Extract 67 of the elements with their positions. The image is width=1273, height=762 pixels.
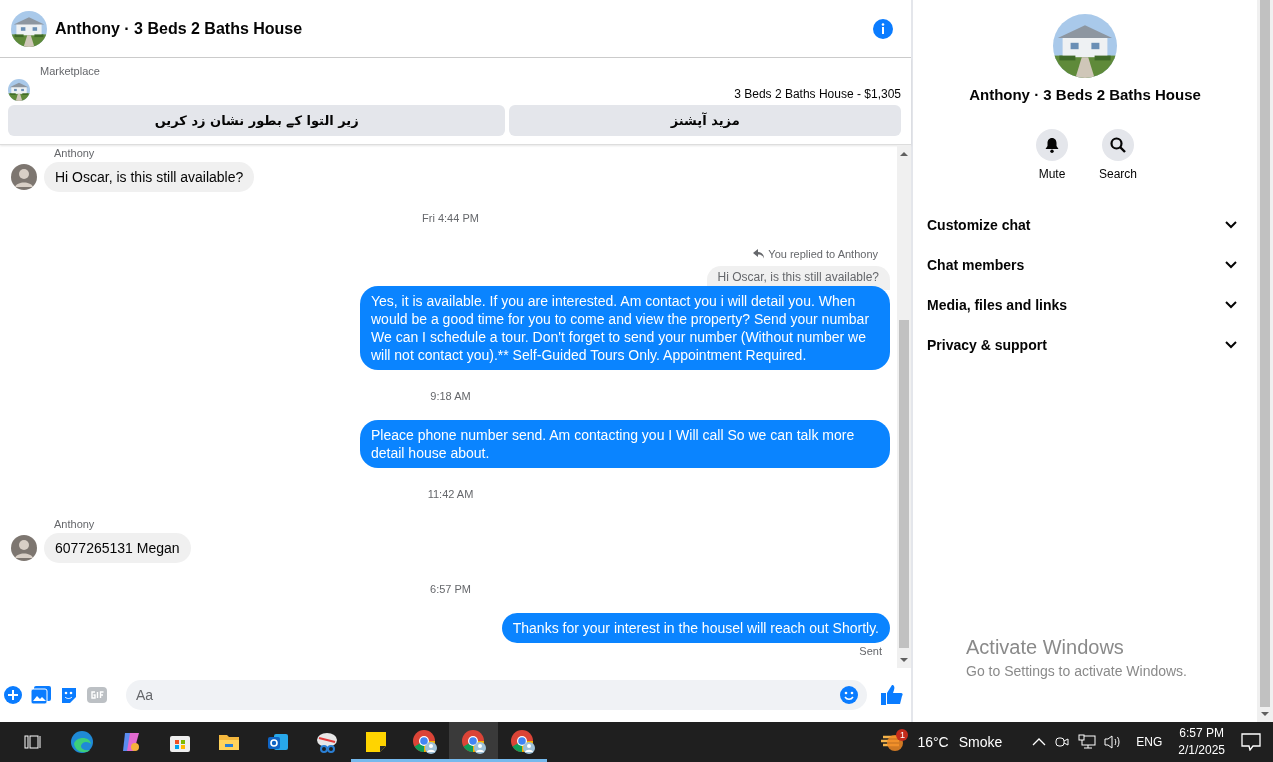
browser-icon bbox=[69, 730, 94, 754]
chevron-icon bbox=[1225, 341, 1237, 349]
message-bubble: Pleace phone number send. Am contacting you I Will call So we can talk more detail house about. bbox=[360, 420, 890, 468]
reply-note: You replied to Anthony bbox=[768, 248, 878, 260]
sender-name: Anthony bbox=[54, 518, 96, 530]
listing-action-button[interactable]: مزید آپشنز bbox=[509, 105, 901, 136]
scroll-down-icon[interactable] bbox=[900, 657, 908, 663]
image-icon[interactable] bbox=[31, 686, 51, 704]
message-bubble: Yes, it is available. If you are interested. Am contact you i will detail you. When would be a good time for you to come and view the property? Send your numbar We can I schedule a tour. Don't forget to send your number (Without number we will not contact you).** Self-Guided Tours Only. Appointment Required. bbox=[360, 286, 890, 370]
taskbar-app[interactable] bbox=[449, 722, 498, 762]
search-icon bbox=[1110, 137, 1126, 153]
sticker-icon[interactable] bbox=[60, 686, 78, 704]
chevron-up-icon[interactable] bbox=[1032, 738, 1047, 746]
activation-title: Activate Windows bbox=[966, 636, 1125, 659]
bell-icon bbox=[1044, 137, 1060, 153]
message-input[interactable]: Aa bbox=[126, 680, 867, 710]
chrome-icon bbox=[411, 729, 438, 755]
message-bubble: Thanks for your interest in the housel will reach out Shortly. bbox=[501, 613, 890, 643]
volume-icon[interactable] bbox=[1104, 734, 1123, 750]
accordion-item[interactable]: Customize chat bbox=[927, 205, 1243, 245]
chevron-icon bbox=[1225, 261, 1237, 269]
task-view-icon bbox=[23, 733, 42, 751]
timestamp: 9:18 AM bbox=[429, 389, 472, 403]
listing-source: Marketplace bbox=[40, 65, 100, 79]
accordion-item[interactable]: Chat members bbox=[927, 245, 1243, 285]
delivery-status: Sent bbox=[859, 645, 882, 657]
scrollbar[interactable] bbox=[897, 145, 911, 668]
timestamp: 6:57 PM bbox=[429, 582, 472, 596]
listing-summary: 3 Beds 2 Baths House - $1,305 bbox=[734, 87, 901, 101]
chrome-icon bbox=[460, 729, 487, 755]
notifications-icon[interactable] bbox=[1241, 733, 1261, 751]
camera-icon[interactable] bbox=[1054, 734, 1071, 750]
listing-action-button[interactable]: زیر التوا کے بطور نشان زد کریں bbox=[8, 105, 506, 136]
weather-condition: Smoke bbox=[958, 734, 1003, 750]
page-scrollbar[interactable] bbox=[1257, 0, 1273, 722]
temperature: 16°C bbox=[917, 734, 949, 750]
language-indicator[interactable]: ENG bbox=[1136, 735, 1163, 749]
timestamp: Fri 4:44 PM bbox=[421, 211, 480, 225]
chrome-icon bbox=[509, 729, 536, 755]
reply-icon bbox=[753, 249, 765, 259]
clock[interactable]: 6:57 PM 2/1/2025 bbox=[1178, 725, 1225, 759]
scroll-down-icon[interactable] bbox=[1261, 711, 1269, 717]
activation-message: Go to Settings to activate Windows. bbox=[966, 663, 1187, 679]
avatar bbox=[11, 164, 37, 190]
notification-badge: 1 bbox=[896, 729, 909, 741]
avatar bbox=[11, 10, 47, 47]
network-icon[interactable] bbox=[1078, 734, 1097, 750]
avatar bbox=[11, 535, 37, 561]
listing-thumbnail bbox=[8, 79, 30, 101]
accordion-item[interactable]: Media, files and links bbox=[927, 285, 1243, 325]
chevron-icon bbox=[1225, 301, 1237, 309]
scissors-icon bbox=[314, 730, 339, 754]
mute-button[interactable]: Mute bbox=[1029, 129, 1075, 181]
search-button[interactable]: Search bbox=[1095, 129, 1141, 181]
info-icon[interactable] bbox=[873, 18, 893, 39]
message-bubble: 6077265131 Megan bbox=[44, 533, 191, 563]
thumbs-up-icon[interactable] bbox=[881, 685, 903, 705]
accordion-item[interactable]: Privacy & support bbox=[927, 325, 1243, 365]
timestamp: 11:42 AM bbox=[426, 487, 475, 501]
chat-title: Anthony · 3 Beds 2 Baths House bbox=[55, 19, 304, 38]
message-bubble: Hi Oscar, is this still available? bbox=[44, 162, 255, 192]
chevron-icon bbox=[1225, 221, 1237, 229]
scroll-up-icon[interactable] bbox=[900, 151, 908, 157]
plus-icon[interactable] bbox=[4, 686, 22, 704]
sticky-note-icon bbox=[364, 731, 387, 753]
sender-name: Anthony bbox=[54, 147, 96, 159]
conversation-name: Anthony · 3 Beds 2 Baths House bbox=[969, 86, 1201, 103]
